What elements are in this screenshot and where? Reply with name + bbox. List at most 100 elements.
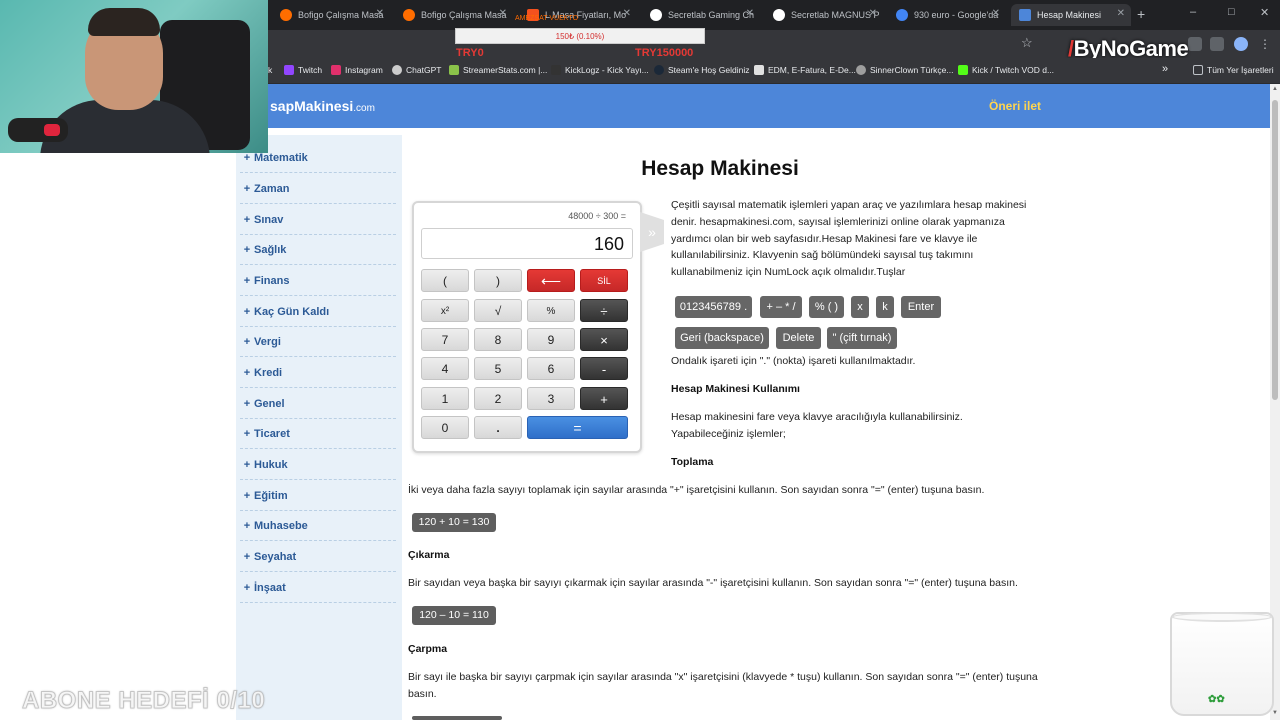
key-square[interactable]: x² bbox=[421, 299, 469, 322]
maximize-button[interactable]: □ bbox=[1228, 6, 1235, 18]
key-minus[interactable]: - bbox=[580, 357, 628, 380]
sidebar-item-label: Sağlık bbox=[254, 243, 287, 256]
sidebar-item-label: İnşaat bbox=[254, 581, 286, 594]
sidebar-item-zaman[interactable]: + Zaman bbox=[240, 174, 396, 204]
bookmark-twitch[interactable]: Twitch bbox=[284, 65, 322, 75]
key-open-paren[interactable]: ( bbox=[421, 269, 469, 292]
key-close-paren[interactable]: ) bbox=[474, 269, 522, 292]
sidebar-item-genel[interactable]: + Genel bbox=[240, 389, 396, 419]
tab-google-search[interactable]: 930 euro - Google'da ✕ bbox=[888, 4, 1006, 26]
key-divide[interactable]: ÷ bbox=[580, 299, 628, 322]
sidebar-item-finans[interactable]: + Finans bbox=[240, 266, 396, 296]
bookmark-instagram[interactable]: Instagram bbox=[331, 65, 383, 75]
bookmark-label: k bbox=[268, 65, 273, 75]
tab-bofigo-2[interactable]: Bofigo Çalışma Masa ✕ bbox=[395, 4, 513, 26]
microphone bbox=[8, 118, 68, 142]
sidebar-item-label: Muhasebe bbox=[254, 519, 308, 532]
key-percent[interactable]: % bbox=[527, 299, 575, 322]
page-title: Hesap Makinesi bbox=[641, 157, 799, 180]
tab-secretlab-gaming[interactable]: Secretlab Gaming Ch ✕ bbox=[642, 4, 760, 26]
tab-bofigo-1[interactable]: Bofigo Çalışma Masa ✕ bbox=[272, 4, 390, 26]
sidebar-item-saglik[interactable]: + Sağlık bbox=[240, 235, 396, 265]
key-5[interactable]: 5 bbox=[474, 357, 522, 380]
new-tab-button[interactable]: + bbox=[1137, 6, 1145, 22]
sidebar-item-insaat[interactable]: + İnşaat bbox=[240, 573, 396, 603]
minimize-button[interactable]: – bbox=[1190, 6, 1196, 18]
close-window-button[interactable]: ✕ bbox=[1260, 6, 1269, 19]
sidebar-item-kredi[interactable]: + Kredi bbox=[240, 358, 396, 388]
key-multiply[interactable]: × bbox=[580, 328, 628, 351]
bookmarks-overflow-button[interactable]: » bbox=[1162, 63, 1168, 75]
key-clear[interactable]: SİL bbox=[580, 269, 628, 292]
bookmark-steam[interactable]: Steam'e Hoş Geldiniz bbox=[654, 65, 749, 75]
browser-menu-icon[interactable]: ⋮ bbox=[1258, 37, 1272, 51]
key-4[interactable]: 4 bbox=[421, 357, 469, 380]
key-sqrt[interactable]: √ bbox=[474, 299, 522, 322]
suggest-link[interactable]: Öneri ilet bbox=[989, 99, 1041, 113]
bookmark-label: Kick / Twitch VOD d... bbox=[972, 65, 1055, 75]
key-1[interactable]: 1 bbox=[421, 387, 469, 410]
sidebar-item-vergi[interactable]: + Vergi bbox=[240, 327, 396, 357]
bookmark-label: Instagram bbox=[345, 65, 383, 75]
tab-label: Hesap Makinesi bbox=[1037, 10, 1102, 20]
key-0[interactable]: 0 bbox=[421, 416, 469, 439]
all-bookmarks-folder[interactable]: Tüm Yer İşaretleri bbox=[1193, 65, 1274, 75]
bookmark-streamerstats[interactable]: StreamerStats.com |... bbox=[449, 65, 547, 75]
tab-close-icon[interactable]: ✕ bbox=[376, 8, 384, 19]
tab-close-icon[interactable]: ✕ bbox=[623, 8, 631, 19]
sidebar-item-hukuk[interactable]: + Hukuk bbox=[240, 450, 396, 480]
sidebar-item-egitim[interactable]: + Eğitim bbox=[240, 481, 396, 511]
key-equals[interactable]: = bbox=[527, 416, 628, 439]
bookmark-label: Twitch bbox=[298, 65, 323, 75]
plus-icon: + bbox=[243, 489, 251, 502]
calculator-display[interactable]: 160 bbox=[421, 228, 633, 259]
bookmark-edm[interactable]: EDM, E-Fatura, E-De... bbox=[754, 65, 856, 75]
site-logo[interactable]: sapMakinesi.com bbox=[270, 98, 375, 114]
bookmark-kicklogz[interactable]: KickLogz - Kick Yayı... bbox=[551, 65, 649, 75]
plus-icon: + bbox=[243, 305, 251, 318]
scrollbar-thumb[interactable] bbox=[1272, 100, 1278, 400]
sidebar-item-label: Eğitim bbox=[254, 489, 288, 502]
folder-icon bbox=[1193, 65, 1203, 75]
bookmark-label: Steam'e Hoş Geldiniz bbox=[668, 65, 750, 75]
tab-hesap-makinesi[interactable]: Hesap Makinesi ✕ bbox=[1011, 4, 1131, 26]
tab-close-icon[interactable]: ✕ bbox=[1117, 8, 1125, 19]
key-backspace[interactable]: ⟵ bbox=[527, 269, 575, 292]
sidebar-item-seyahat[interactable]: + Seyahat bbox=[240, 542, 396, 572]
tab-close-icon[interactable]: ✕ bbox=[499, 8, 507, 19]
multiplication-text: Bir sayı ile başka bir sayıyı çarpmak iç… bbox=[408, 671, 1038, 700]
sidebar-item-ticaret[interactable]: + Ticaret bbox=[240, 419, 396, 449]
sidebar-item-kac-gun-kaldi[interactable]: + Kaç Gün Kaldı bbox=[240, 297, 396, 327]
key-chip-percent-paren: % ( ) bbox=[809, 296, 844, 318]
bookmark-kick-vod[interactable]: Kick / Twitch VOD d... bbox=[958, 65, 1054, 75]
bookmark-k[interactable]: k bbox=[268, 65, 272, 75]
key-6[interactable]: 6 bbox=[527, 357, 575, 380]
bookmark-star-icon[interactable]: ☆ bbox=[1021, 35, 1033, 51]
key-7[interactable]: 7 bbox=[421, 328, 469, 351]
key-3[interactable]: 3 bbox=[527, 387, 575, 410]
tab-close-icon[interactable]: ✕ bbox=[992, 8, 1000, 19]
sidebar-item-muhasebe[interactable]: + Muhasebe bbox=[240, 511, 396, 541]
tab-close-icon[interactable]: ✕ bbox=[869, 8, 877, 19]
plus-icon: + bbox=[243, 243, 251, 256]
scroll-up-arrow-icon[interactable]: ▲ bbox=[1272, 86, 1278, 92]
reading-list-icon[interactable] bbox=[1210, 37, 1224, 51]
sidebar-item-sinav[interactable]: + Sınav bbox=[240, 205, 396, 235]
profile-avatar-icon[interactable] bbox=[1234, 37, 1248, 51]
key-dot[interactable]: . bbox=[474, 416, 522, 439]
key-plus[interactable]: + bbox=[580, 387, 628, 410]
plus-icon: + bbox=[243, 550, 251, 563]
key-8[interactable]: 8 bbox=[474, 328, 522, 351]
calculator-panel-toggle[interactable]: » bbox=[640, 212, 664, 252]
tab-secretlab-magnus[interactable]: Secretlab MAGNUS P ✕ bbox=[765, 4, 883, 26]
key-2[interactable]: 2 bbox=[474, 387, 522, 410]
scroll-down-arrow-icon[interactable]: ▼ bbox=[1272, 710, 1278, 716]
bookmark-sinnerclown[interactable]: SinnerClown Türkçe... bbox=[856, 65, 953, 75]
chatgpt-icon bbox=[392, 65, 402, 75]
bookmark-chatgpt[interactable]: ChatGPT bbox=[392, 65, 441, 75]
tab-label: Secretlab MAGNUS P bbox=[791, 10, 880, 20]
tab-favicon-icon bbox=[773, 9, 785, 21]
extension-icon[interactable] bbox=[1188, 37, 1202, 51]
tab-close-icon[interactable]: ✕ bbox=[746, 8, 754, 19]
key-9[interactable]: 9 bbox=[527, 328, 575, 351]
